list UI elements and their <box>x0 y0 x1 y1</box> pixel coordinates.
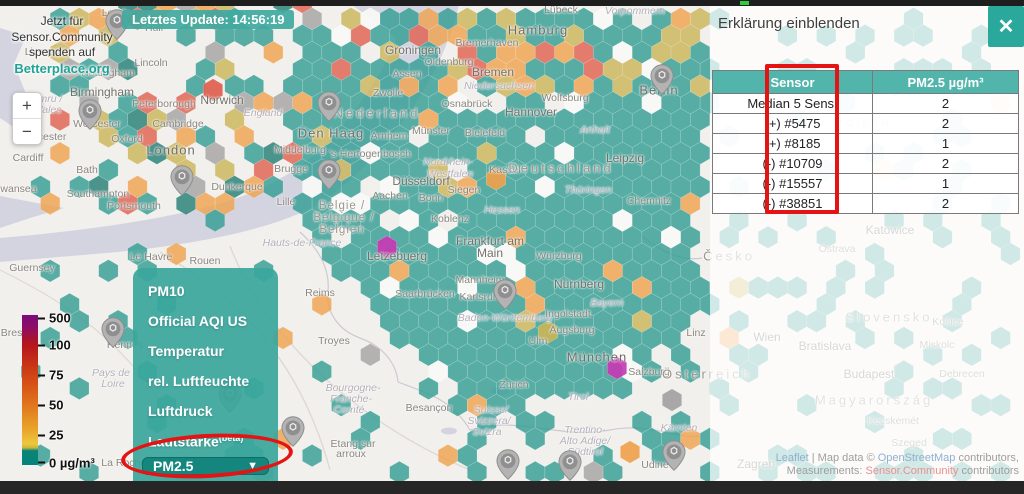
attribution-text: | Map data © <box>809 452 878 464</box>
sensor-cell: 2 <box>873 114 1019 134</box>
sensor-cell: 2 <box>873 94 1019 114</box>
beta-badge: (beta) <box>219 433 244 443</box>
map-cluster-pin[interactable] <box>317 159 341 196</box>
map-cluster-pin[interactable] <box>493 279 517 316</box>
sensor-table-header-cell: Sensor <box>713 71 873 94</box>
layer-selected-pm25[interactable]: PM2.5 ▼ <box>142 457 269 475</box>
close-button[interactable]: ✕ <box>988 6 1024 47</box>
donation-note: Jetzt für Sensor.Community spenden auf B… <box>4 14 120 78</box>
zoom-in-button[interactable]: + <box>13 93 41 119</box>
map-cluster-pin[interactable] <box>101 317 125 354</box>
sensor-cell: (-) #10709 <box>713 154 873 174</box>
sensor-cell: (-) #38851 <box>713 194 873 214</box>
sensor-row: (+) #81851 <box>713 134 1019 154</box>
legend-tick: 0 µg/m³ <box>38 455 95 470</box>
layer-option-lautstaerke[interactable]: Lautstärke(beta) <box>133 426 278 457</box>
legend-tick: 25 <box>38 428 63 443</box>
sensor-cell: 2 <box>873 154 1019 174</box>
zoom-control: + − <box>12 92 42 145</box>
sensor-table: SensorPM2.5 µg/m³ Median 5 Sens.2(+) #54… <box>712 70 1019 214</box>
attribution-text: contributors, <box>955 452 1019 464</box>
sensor-row: Median 5 Sens.2 <box>713 94 1019 114</box>
betterplace-link[interactable]: Betterplace.org <box>4 61 120 78</box>
caret-down-icon: ▼ <box>247 460 258 472</box>
app: LeedsHullLiverpoolLincolnNottinghamEngla… <box>0 0 1024 494</box>
legend-tick: 50 <box>38 398 63 413</box>
close-icon: ✕ <box>998 14 1015 39</box>
map-cluster-pin[interactable] <box>662 440 686 477</box>
attribution-text: contributors <box>958 465 1019 477</box>
layer-option-official-aqi-us[interactable]: Official AQI US <box>133 306 278 336</box>
sensor-cell: Median 5 Sens. <box>713 94 873 114</box>
layer-option-luftdruck[interactable]: Luftdruck <box>133 396 278 426</box>
browser-edge-accent <box>740 1 749 5</box>
color-scale-legend: 5001007550250 µg/m³ <box>22 315 38 465</box>
map-attribution: Leaflet | Map data © OpenStreetMap contr… <box>776 452 1019 478</box>
osm-link[interactable]: OpenStreetMap <box>878 452 956 464</box>
explanation-toggle[interactable]: Erklärung einblenden <box>718 15 860 32</box>
sensor-row: (+) #54752 <box>713 114 1019 134</box>
legend-gradient-bar <box>22 315 38 465</box>
sensor-cell: 1 <box>873 174 1019 194</box>
sensor-row: (-) #388512 <box>713 194 1019 214</box>
legend-tick: 500 <box>38 311 71 326</box>
layer-option-pm10[interactable]: PM10 <box>133 276 278 306</box>
sensor-row: (-) #155571 <box>713 174 1019 194</box>
map-cluster-pin[interactable] <box>281 416 305 453</box>
sensor-community-link[interactable]: Sensor.Community <box>866 465 959 477</box>
browser-edge-top <box>0 0 1024 6</box>
sensor-cell: (-) #15557 <box>713 174 873 194</box>
sensor-cell: 2 <box>873 194 1019 214</box>
sensor-cell: (+) #8185 <box>713 134 873 154</box>
map-cluster-pin[interactable] <box>317 91 341 128</box>
sensor-cell: (+) #5475 <box>713 114 873 134</box>
legend-tick: 75 <box>38 368 63 383</box>
map-cluster-pin[interactable] <box>78 99 102 136</box>
layer-option-rel-luftfeuchte[interactable]: rel. Luftfeuchte <box>133 366 278 396</box>
selected-layer-label: PM2.5 <box>153 458 193 474</box>
donation-line: spenden auf <box>4 45 120 61</box>
layer-option-label: Lautstärke <box>148 434 219 450</box>
zoom-out-button[interactable]: − <box>13 119 41 144</box>
last-update-badge: Letztes Update: 14:56:19 <box>122 10 294 29</box>
map-cluster-pin[interactable] <box>650 64 674 101</box>
map-cluster-pin[interactable] <box>170 165 194 202</box>
sensor-cell: 1 <box>873 134 1019 154</box>
leaflet-link[interactable]: Leaflet <box>776 452 809 464</box>
layer-option-temperatur[interactable]: Temperatur <box>133 336 278 366</box>
donation-line: Sensor.Community <box>4 30 120 46</box>
map-cluster-pin[interactable] <box>496 449 520 486</box>
sensor-table-header: SensorPM2.5 µg/m³ <box>713 71 1019 94</box>
legend-tick: 100 <box>38 338 71 353</box>
attribution-text: Measurements: <box>787 465 866 477</box>
sensor-table-header-cell: PM2.5 µg/m³ <box>873 71 1019 94</box>
layer-menu: PM10Official AQI USTemperaturrel. Luftfe… <box>133 268 278 481</box>
taskbar <box>0 481 1024 494</box>
donation-line: Jetzt für <box>4 14 120 30</box>
sensor-row: (-) #107092 <box>713 154 1019 174</box>
